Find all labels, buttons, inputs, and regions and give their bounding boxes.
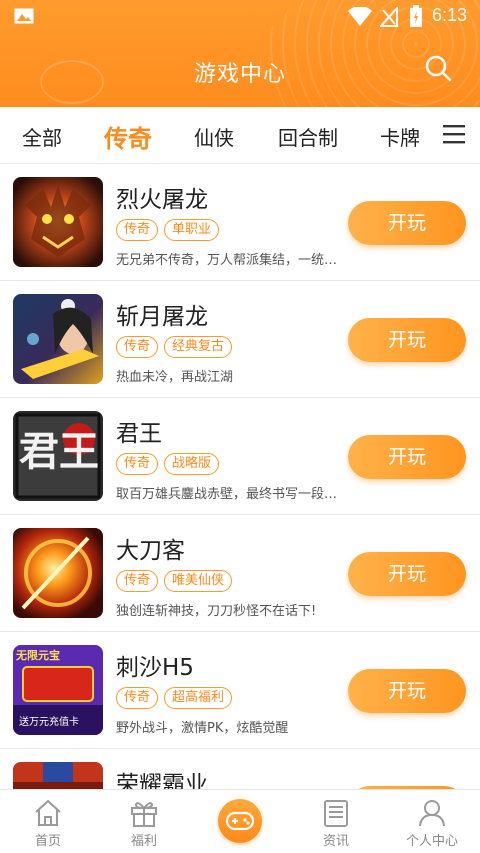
nav-label: 福利 (130, 834, 157, 849)
tab-card[interactable]: 卡牌 (380, 122, 420, 151)
game-tag: 唯美仙侠 (164, 570, 233, 592)
game-thumbnail-blade (13, 528, 103, 618)
game-row[interactable]: 烈火屠龙 传奇 单职业 无兄弟不传奇，万人帮派集结，一统… 开玩 (0, 164, 480, 281)
game-tag: 战略版 (164, 453, 220, 475)
game-name: 君王 (116, 421, 162, 447)
game-tag: 传奇 (116, 453, 159, 475)
game-name: 大刀客 (116, 538, 185, 564)
menu-icon[interactable] (443, 124, 465, 144)
signal-icon (380, 7, 398, 27)
play-button[interactable]: 开玩 (348, 201, 466, 245)
thumbnail-text: 君王 (19, 428, 99, 475)
game-tag: 经典复古 (164, 336, 233, 358)
game-description: 取百万雄兵鏖战赤壁，最终书写一段… (116, 487, 338, 502)
status-bar: 6:13 (0, 0, 480, 34)
battery-icon (410, 5, 422, 27)
game-tags: 传奇 单职业 (116, 219, 225, 243)
wifi-icon (348, 7, 372, 26)
nav-welfare[interactable]: 福利 (96, 790, 192, 853)
game-tag: 单职业 (164, 219, 220, 241)
game-name: 烈火屠龙 (116, 187, 208, 213)
game-tag: 传奇 (116, 336, 159, 358)
game-tags: 传奇 经典复古 (116, 336, 238, 360)
game-name: 斩月屠龙 (116, 304, 208, 330)
tab-all[interactable]: 全部 (22, 122, 62, 151)
nav-news[interactable]: 资讯 (288, 790, 384, 853)
game-tags: 传奇 超高福利 (116, 687, 238, 711)
game-tags: 传奇 战略版 (116, 453, 225, 477)
game-description: 独创连斩神技，刀刀秒怪不在话下! (116, 604, 317, 619)
game-tag: 传奇 (116, 687, 159, 709)
game-row[interactable]: 大刀客 传奇 唯美仙侠 独创连斩神技，刀刀秒怪不在话下! 开玩 (0, 515, 480, 632)
game-description: 无兄弟不传奇，万人帮派集结，一统… (116, 253, 338, 268)
header: 6:13 游戏中心 (0, 0, 480, 107)
game-thumbnail-swordsman (13, 294, 103, 384)
tab-legend[interactable]: 传奇 (104, 119, 152, 154)
play-button[interactable]: 开玩 (348, 435, 466, 479)
page-title: 游戏中心 (193, 62, 286, 87)
gamepad-icon (226, 811, 254, 831)
game-tag: 传奇 (116, 570, 159, 592)
game-description: 热血未冷，再战江湖 (116, 370, 234, 385)
game-row[interactable]: 斩月屠龙 传奇 经典复古 热血未冷，再战江湖 开玩 (0, 281, 480, 398)
nav-home[interactable]: 首页 (0, 790, 96, 853)
game-thumbnail-junwang: 君王 (13, 411, 103, 501)
game-tags: 传奇 唯美仙侠 (116, 570, 238, 594)
nav-profile[interactable]: 个人中心 (384, 790, 480, 853)
home-icon (35, 799, 61, 826)
tab-turn-based[interactable]: 回合制 (278, 122, 338, 151)
nav-games[interactable] (218, 799, 262, 843)
search-icon[interactable] (424, 54, 452, 82)
play-button[interactable]: 开玩 (348, 669, 466, 713)
game-tag: 超高福利 (164, 687, 233, 709)
user-icon (419, 800, 445, 827)
play-button[interactable]: 开玩 (348, 318, 466, 362)
news-icon (324, 800, 348, 827)
game-thumbnail-cisha: 无限元宝 送万元充值卡 (13, 645, 103, 735)
play-button[interactable]: 开玩 (348, 552, 466, 596)
category-tabs: 全部 传奇 仙侠 回合制 卡牌 (0, 107, 480, 163)
game-thumbnail-dragon (13, 177, 103, 267)
game-row[interactable]: 无限元宝 送万元充值卡 刺沙H5 传奇 超高福利 野外战斗，激情PK，炫酷觉醒 开… (0, 632, 480, 749)
game-row[interactable]: 君王 君王 传奇 战略版 取百万雄兵鏖战赤壁，最终书写一段… 开玩 (0, 398, 480, 515)
image-notification-icon (14, 8, 34, 24)
game-name: 刺沙H5 (116, 655, 194, 681)
nav-label: 首页 (34, 834, 61, 849)
gift-icon (131, 802, 157, 827)
game-tag: 传奇 (116, 219, 159, 241)
status-time: 6:13 (432, 5, 468, 25)
nav-label: 个人中心 (405, 834, 458, 849)
nav-label: 资讯 (322, 834, 349, 849)
thumbnail-text: 无限元宝 (15, 648, 60, 662)
tab-xianxia[interactable]: 仙侠 (194, 122, 234, 151)
screen: 6:13 游戏中心 全部 传奇 仙侠 回合制 卡牌 烈火屠龙 传奇 单职业 无兄… (0, 0, 480, 853)
thumbnail-text: 送万元充值卡 (19, 715, 79, 728)
game-description: 野外战斗，激情PK，炫酷觉醒 (116, 721, 289, 736)
